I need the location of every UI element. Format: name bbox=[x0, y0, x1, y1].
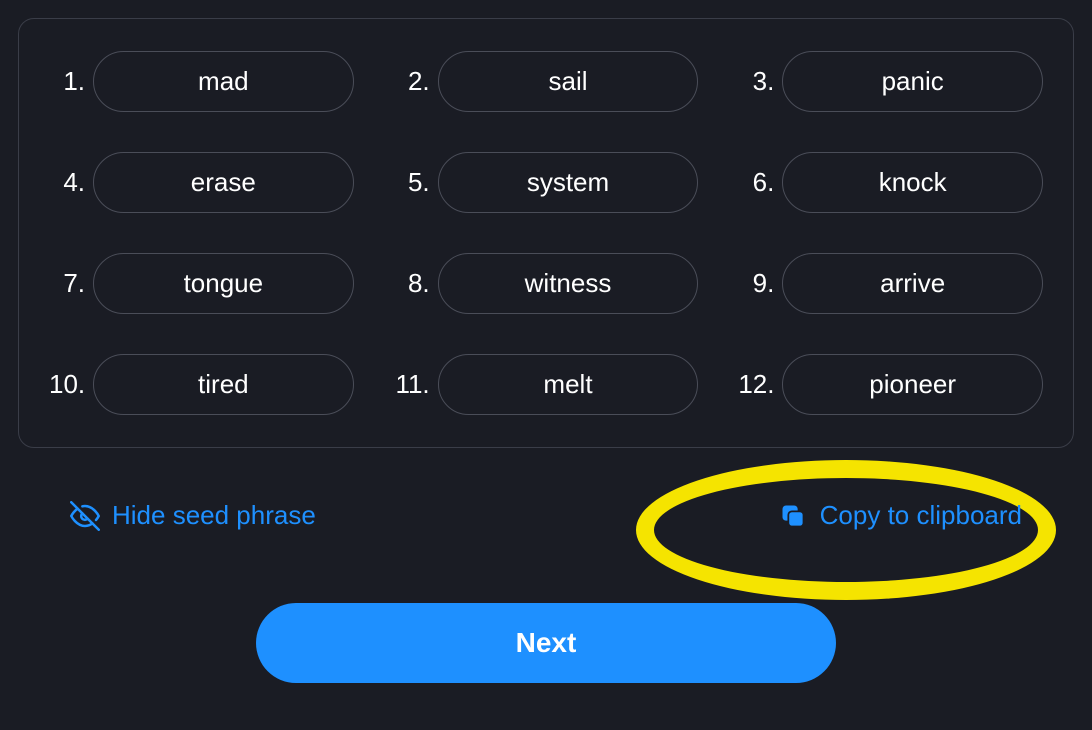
seed-number: 12. bbox=[738, 369, 774, 400]
actions-row: Hide seed phrase Copy to clipboard bbox=[0, 448, 1092, 539]
seed-number: 11. bbox=[394, 369, 430, 400]
seed-word-5: 5. system bbox=[394, 152, 699, 213]
seed-word: sail bbox=[438, 51, 699, 112]
seed-number: 3. bbox=[738, 66, 774, 97]
seed-word-7: 7. tongue bbox=[49, 253, 354, 314]
seed-word-9: 9. arrive bbox=[738, 253, 1043, 314]
seed-word-4: 4. erase bbox=[49, 152, 354, 213]
seed-word-3: 3. panic bbox=[738, 51, 1043, 112]
next-row: Next bbox=[0, 603, 1092, 683]
seed-phrase-container: 1. mad 2. sail 3. panic 4. erase 5. syst… bbox=[18, 18, 1074, 448]
seed-word-8: 8. witness bbox=[394, 253, 699, 314]
copy-clipboard-label: Copy to clipboard bbox=[820, 500, 1022, 531]
seed-word: arrive bbox=[782, 253, 1043, 314]
seed-number: 2. bbox=[394, 66, 430, 97]
seed-number: 6. bbox=[738, 167, 774, 198]
seed-word: mad bbox=[93, 51, 354, 112]
seed-word: witness bbox=[438, 253, 699, 314]
seed-word-1: 1. mad bbox=[49, 51, 354, 112]
seed-number: 10. bbox=[49, 369, 85, 400]
copy-icon bbox=[778, 501, 808, 531]
seed-word: tired bbox=[93, 354, 354, 415]
seed-number: 8. bbox=[394, 268, 430, 299]
hide-seed-button[interactable]: Hide seed phrase bbox=[58, 492, 328, 539]
seed-number: 9. bbox=[738, 268, 774, 299]
hide-seed-label: Hide seed phrase bbox=[112, 500, 316, 531]
seed-word: tongue bbox=[93, 253, 354, 314]
eye-off-icon bbox=[70, 501, 100, 531]
next-button[interactable]: Next bbox=[256, 603, 836, 683]
seed-word-6: 6. knock bbox=[738, 152, 1043, 213]
seed-word: erase bbox=[93, 152, 354, 213]
seed-number: 7. bbox=[49, 268, 85, 299]
seed-word: panic bbox=[782, 51, 1043, 112]
seed-word-2: 2. sail bbox=[394, 51, 699, 112]
seed-number: 5. bbox=[394, 167, 430, 198]
seed-word: pioneer bbox=[782, 354, 1043, 415]
seed-number: 4. bbox=[49, 167, 85, 198]
seed-word: knock bbox=[782, 152, 1043, 213]
seed-word: system bbox=[438, 152, 699, 213]
seed-word-11: 11. melt bbox=[394, 354, 699, 415]
copy-clipboard-button[interactable]: Copy to clipboard bbox=[766, 492, 1034, 539]
seed-word: melt bbox=[438, 354, 699, 415]
seed-phrase-grid: 1. mad 2. sail 3. panic 4. erase 5. syst… bbox=[49, 51, 1043, 415]
seed-word-12: 12. pioneer bbox=[738, 354, 1043, 415]
seed-number: 1. bbox=[49, 66, 85, 97]
seed-word-10: 10. tired bbox=[49, 354, 354, 415]
